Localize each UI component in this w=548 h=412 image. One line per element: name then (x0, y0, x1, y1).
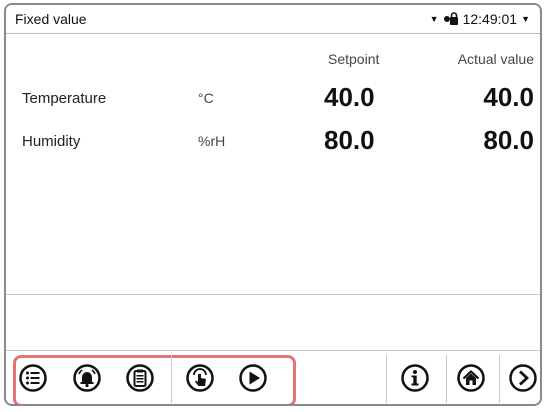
play-icon[interactable] (236, 361, 270, 395)
row-name: Temperature (22, 90, 107, 107)
actual-value: 80.0 (483, 125, 534, 155)
arrow-right-icon[interactable] (506, 361, 540, 395)
touch-hand-icon[interactable] (183, 361, 217, 395)
home-icon[interactable] (454, 361, 488, 395)
actual-value-column-header: Actual value (457, 51, 534, 67)
controller-screen: Fixed value ▼ 12:49:01 ▼ Setpoint Actual… (4, 3, 542, 406)
actual-value: 40.0 (483, 82, 534, 112)
info-icon[interactable] (398, 361, 432, 395)
title-bar: Fixed value ▼ 12:49:01 ▼ (6, 5, 540, 34)
menu-list-icon[interactable] (16, 361, 50, 395)
setpoint-value[interactable]: 80.0 (324, 125, 375, 156)
setpoint-column-header: Setpoint (328, 51, 380, 67)
table-row-humidity[interactable]: Humidity %rH 80.0 80.0 (6, 125, 540, 157)
page-title: Fixed value (15, 11, 87, 27)
clock-time: 12:49:01 (462, 11, 518, 27)
alarm-bell-icon[interactable] (70, 361, 104, 395)
row-name: Humidity (22, 133, 81, 150)
table-row-temperature[interactable]: Temperature °C 40.0 40.0 (6, 82, 540, 114)
setpoint-value[interactable]: 40.0 (324, 82, 375, 113)
divider (6, 294, 540, 295)
dropdown-triangle-icon[interactable]: ▼ (430, 12, 439, 26)
toolbar-divider (386, 355, 387, 403)
dropdown-triangle-icon[interactable]: ▼ (521, 12, 530, 26)
status-area[interactable]: ▼ 12:49:01 ▼ (430, 11, 530, 27)
row-unit: %rH (198, 133, 226, 149)
row-unit: °C (198, 90, 214, 106)
toolbar-divider (446, 355, 447, 403)
toolbar-separator (6, 350, 540, 351)
toolbar-divider (171, 355, 172, 403)
user-lock-icon (443, 12, 459, 26)
toolbar-divider (499, 355, 500, 403)
clipboard-icon[interactable] (123, 361, 157, 395)
